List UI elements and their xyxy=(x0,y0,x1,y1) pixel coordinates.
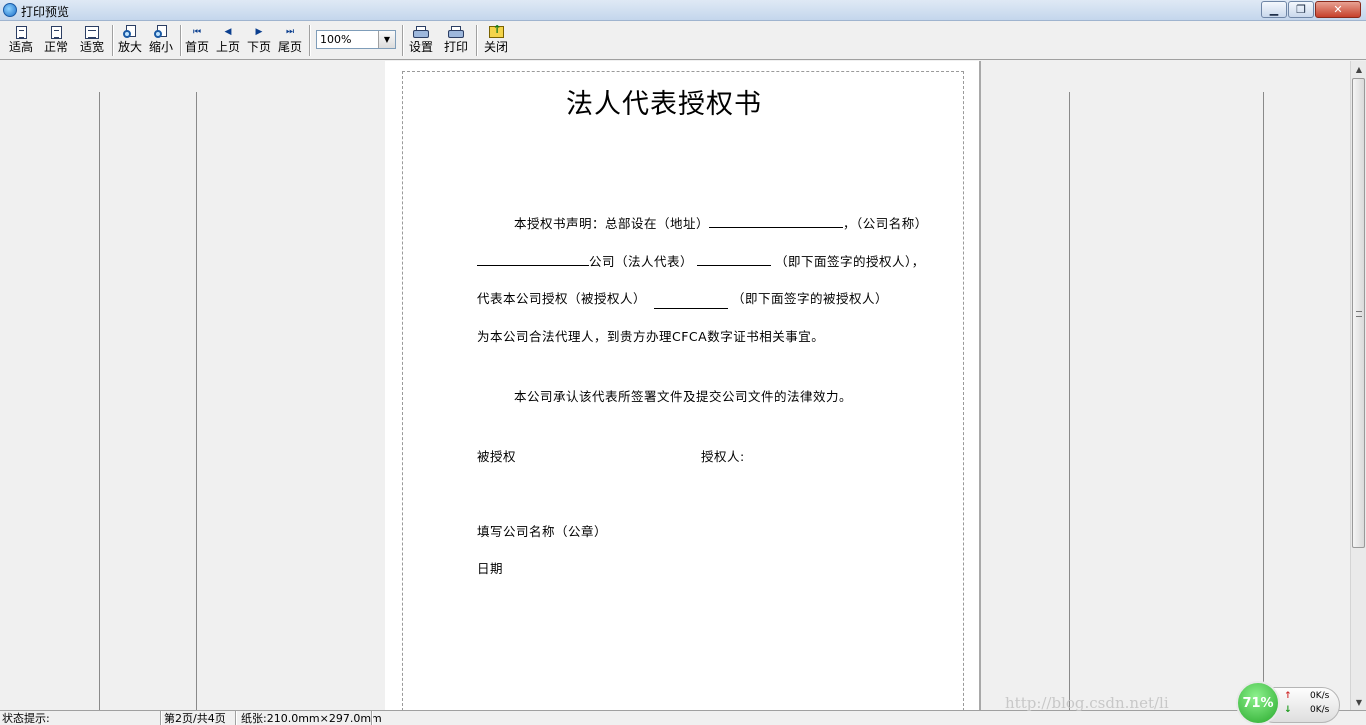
last-page-label: 尾页 xyxy=(278,40,303,54)
blog-watermark: http://blog.csdn.net/li xyxy=(1005,694,1169,712)
normal-size-button[interactable]: 正常 xyxy=(44,24,68,58)
zoom-out-button[interactable]: 缩小 xyxy=(149,24,173,58)
first-page-label: 首页 xyxy=(185,40,210,54)
close-icon: ✕ xyxy=(1333,3,1343,16)
download-rate: 0K/s xyxy=(1310,705,1330,715)
fit-width-label: 适宽 xyxy=(80,40,105,54)
prev-page-icon: ◀ xyxy=(224,27,232,37)
page-guide-line xyxy=(196,92,197,710)
app-icon xyxy=(3,3,17,17)
scroll-thumb[interactable] xyxy=(1352,78,1365,548)
chevron-down-icon[interactable]: ▼ xyxy=(378,31,395,48)
doc-paragraph-line-3: 代表本公司授权（被授权人） （即下面签字的被授权人） xyxy=(477,288,888,309)
next-page-button[interactable]: ▶ 下页 xyxy=(247,24,271,58)
zoom-value: 100% xyxy=(320,33,352,46)
last-page-button[interactable]: ⏭ 尾页 xyxy=(278,24,302,58)
upload-arrow-icon: ↑ xyxy=(1284,691,1292,701)
upload-rate: 0K/s xyxy=(1310,691,1330,701)
zoom-out-icon xyxy=(154,25,168,39)
doc-line2-text-b: （即下面签字的授权人）， xyxy=(775,254,925,269)
vertical-scrollbar[interactable]: ▲ ▼ xyxy=(1350,61,1366,710)
close-folder-icon xyxy=(488,23,504,38)
fit-width-button[interactable]: 适宽 xyxy=(80,24,104,58)
toolbar-separator xyxy=(309,25,311,56)
doc-paragraph-line-4: 为本公司合法代理人，到贵方办理CFCA数字证书相关事宜。 xyxy=(477,329,825,344)
fit-height-icon xyxy=(15,25,27,39)
close-preview-button[interactable]: 关闭 xyxy=(484,23,509,58)
network-monitor-widget[interactable]: 71% ↑ ↓ 0K/s 0K/s xyxy=(1236,681,1340,725)
zoom-out-label: 缩小 xyxy=(149,40,174,54)
doc-line1-text-b: ，（公司名称） xyxy=(843,216,928,231)
grantee-blank xyxy=(654,296,729,309)
page-guide-line xyxy=(1069,92,1070,710)
status-hint: 状态提示: xyxy=(2,712,50,725)
status-divider xyxy=(371,711,373,725)
status-divider xyxy=(235,711,237,725)
doc-paragraph-line-5: 本公司承认该代表所签署文件及提交公司文件的法律效力。 xyxy=(514,389,853,404)
doc-line3-text-b: （即下面签字的被授权人） xyxy=(732,291,889,306)
prev-page-label: 上页 xyxy=(216,40,241,54)
settings-button[interactable]: 设置 xyxy=(409,24,433,58)
zoom-select[interactable]: 100% ▼ xyxy=(316,30,396,49)
page-guide-line xyxy=(99,92,100,710)
legal-rep-blank xyxy=(697,253,772,266)
maximize-button[interactable]: ❐ xyxy=(1288,1,1314,18)
normal-size-icon xyxy=(50,25,62,39)
page-setup-icon xyxy=(413,25,429,39)
document-title: 法人代表授权书 xyxy=(566,89,762,120)
first-page-button[interactable]: ⏮ 首页 xyxy=(185,24,209,58)
address-blank xyxy=(709,215,844,228)
toolbar-separator xyxy=(112,25,114,56)
fit-height-label: 适高 xyxy=(9,40,34,54)
last-page-icon: ⏭ xyxy=(285,27,295,37)
title-bar: 打印预览 ▁ ❐ ✕ xyxy=(0,0,1366,21)
doc-line1-text-a: 本授权书声明：总部设在（地址） xyxy=(514,216,710,231)
cpu-usage-gauge[interactable]: 71% xyxy=(1236,681,1280,725)
status-paper-size: 纸张:210.0mm×297.0mm xyxy=(241,712,382,725)
toolbar-separator xyxy=(476,25,478,56)
first-page-icon: ⏮ xyxy=(192,27,202,37)
scroll-down-icon[interactable]: ▼ xyxy=(1351,694,1366,710)
toolbar-separator xyxy=(180,25,182,56)
doc-paragraph-line-2: 公司（法人代表） （即下面签字的授权人）， xyxy=(477,251,925,270)
minimize-button[interactable]: ▁ xyxy=(1261,1,1287,18)
close-window-button[interactable]: ✕ xyxy=(1315,1,1361,18)
print-button[interactable]: 打印 xyxy=(444,24,468,58)
toolbar-separator xyxy=(402,25,404,56)
restore-icon: ❐ xyxy=(1296,3,1306,16)
normal-size-label: 正常 xyxy=(44,40,69,54)
status-bar: 状态提示: 第2页/共4页 纸张:210.0mm×297.0mm xyxy=(0,710,1366,725)
minimize-icon: ▁ xyxy=(1269,3,1279,16)
zoom-in-button[interactable]: 放大 xyxy=(118,24,142,58)
close-preview-label: 关闭 xyxy=(484,40,509,54)
settings-label: 设置 xyxy=(409,40,434,54)
fit-width-icon xyxy=(85,25,99,39)
next-page-icon: ▶ xyxy=(255,27,263,37)
page-guide-line xyxy=(1263,92,1264,710)
fit-height-button[interactable]: 适高 xyxy=(9,24,33,58)
doc-line2-text-a: 公司（法人代表） xyxy=(589,254,694,269)
grantor-label: 授权人: xyxy=(701,449,745,464)
company-seal-label: 填写公司名称（公章） xyxy=(477,524,608,539)
scroll-up-icon[interactable]: ▲ xyxy=(1351,61,1366,77)
prev-page-button[interactable]: ◀ 上页 xyxy=(216,24,240,58)
grip-icon xyxy=(1356,311,1362,317)
company-name-blank xyxy=(477,253,589,266)
date-label: 日期 xyxy=(477,561,504,576)
download-arrow-icon: ↓ xyxy=(1284,705,1292,715)
print-label: 打印 xyxy=(444,40,469,54)
printer-icon xyxy=(448,25,464,39)
doc-line3-text-a: 代表本公司授权（被授权人） xyxy=(477,291,647,306)
doc-paragraph-line-1: 本授权书声明：总部设在（地址） ，（公司名称） xyxy=(514,213,928,232)
zoom-in-label: 放大 xyxy=(118,40,143,54)
toolbar: 适高 正常 适宽 放大 缩小 ⏮ 首页 ◀ 上页 ▶ 下页 ⏭ 尾页 100% … xyxy=(0,22,1366,60)
next-page-label: 下页 xyxy=(247,40,272,54)
grantee-label: 被授权 xyxy=(477,449,517,464)
status-page-info: 第2页/共4页 xyxy=(164,712,226,725)
zoom-in-icon xyxy=(123,25,137,39)
window-title: 打印预览 xyxy=(21,5,70,19)
